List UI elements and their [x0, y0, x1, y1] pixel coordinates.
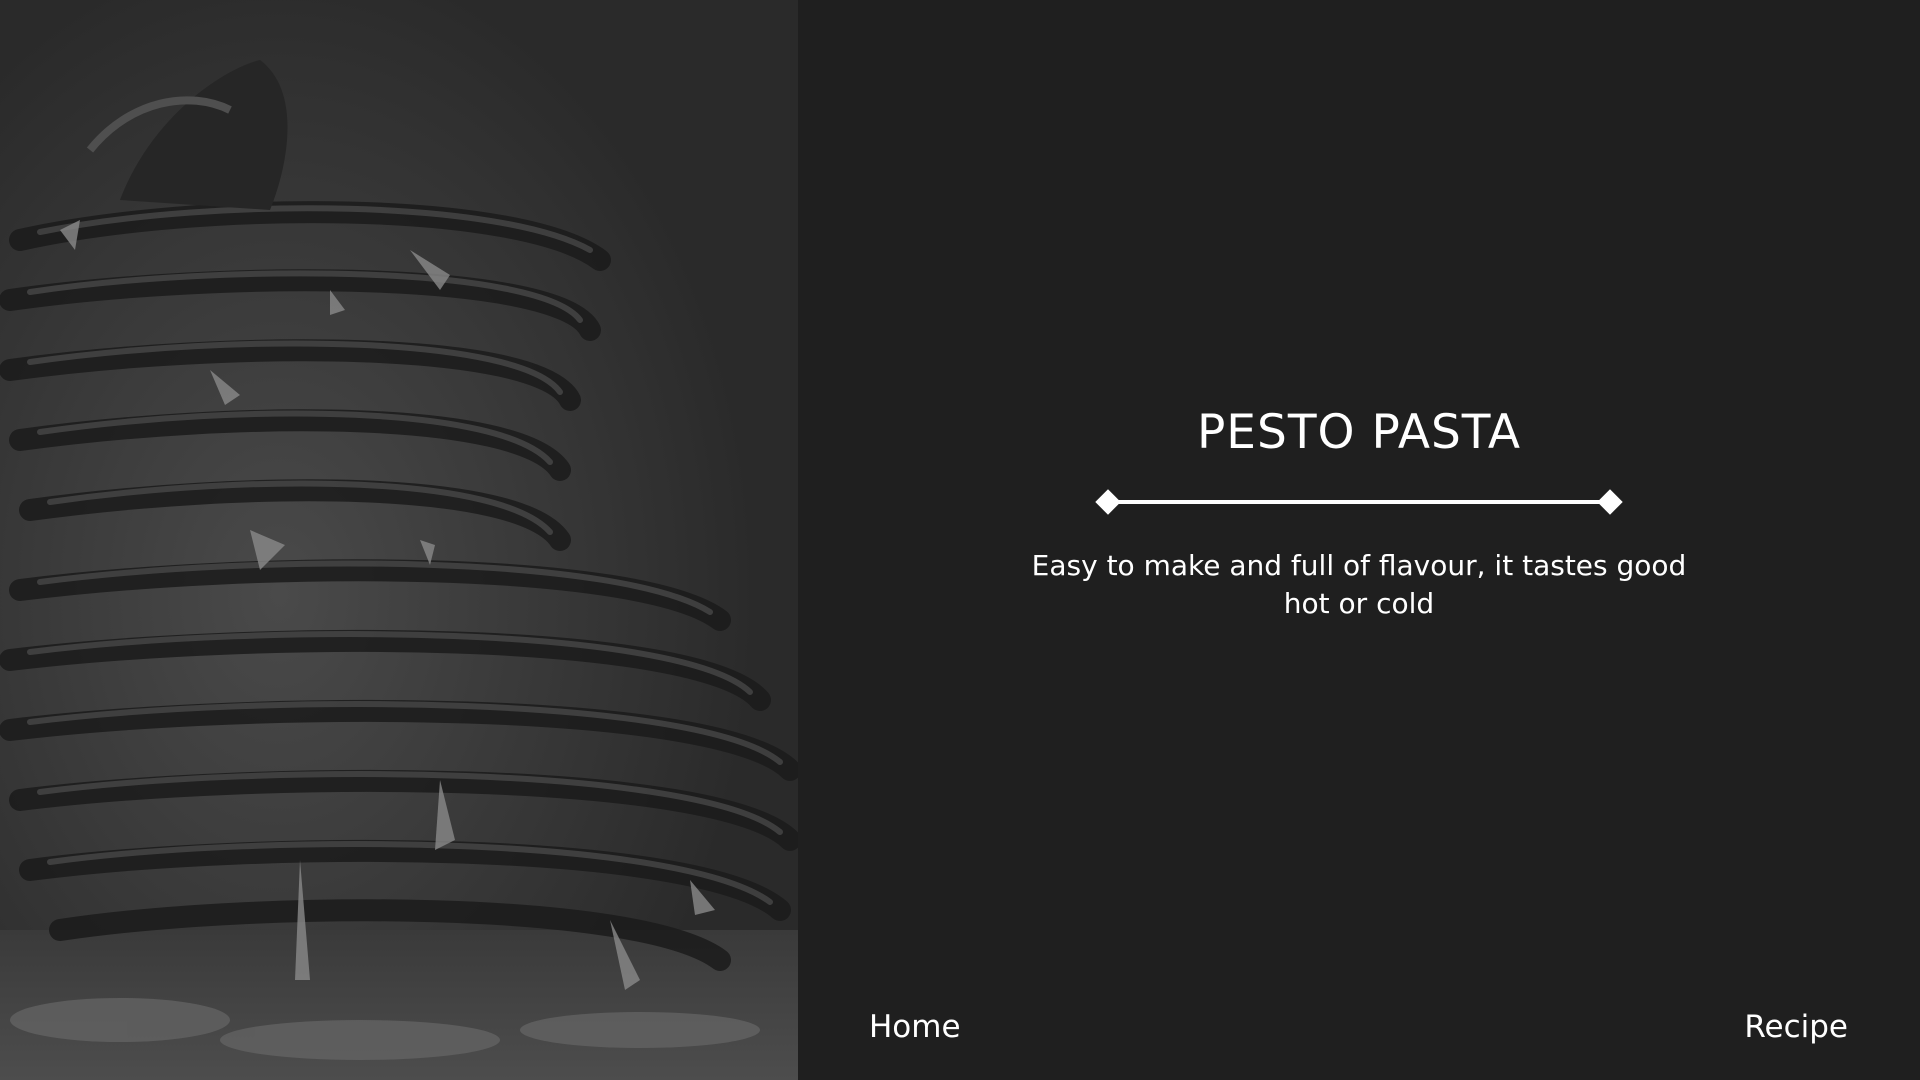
page-subtitle: Easy to make and full of flavour, it tas…: [1031, 549, 1687, 620]
page: PESTO PASTA Easy to make and full of fla…: [0, 0, 1920, 1080]
nav-recipe-link[interactable]: Recipe: [1744, 1009, 1848, 1045]
pasta-photo-illustration: [0, 0, 798, 1080]
pasta-photo: [0, 0, 798, 1080]
page-title: PESTO PASTA: [1196, 405, 1522, 460]
diamond-divider: [1095, 489, 1623, 515]
hero-content: PESTO PASTA Easy to make and full of fla…: [798, 0, 1920, 1080]
nav-home-link[interactable]: Home: [869, 1009, 961, 1045]
